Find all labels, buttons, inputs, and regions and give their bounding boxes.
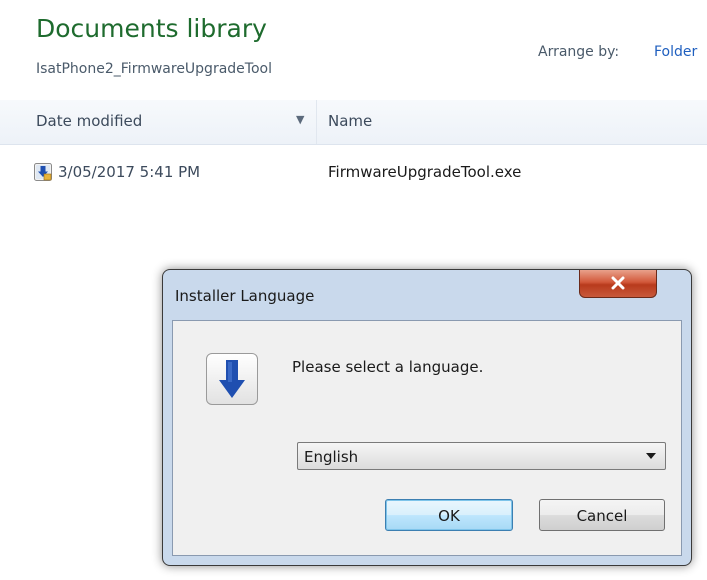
library-header: Documents library IsatPhone2_FirmwareUpg… — [0, 0, 707, 96]
arrange-by-dropdown[interactable]: Folder — [654, 44, 707, 60]
ok-button[interactable]: OK — [385, 499, 513, 531]
chevron-down-icon — [646, 453, 656, 459]
cancel-button[interactable]: Cancel — [539, 499, 665, 531]
close-icon — [611, 276, 625, 290]
close-button[interactable] — [579, 270, 657, 298]
language-prompt: Please select a language. — [292, 358, 484, 376]
sort-arrow-icon[interactable]: ▼ — [296, 113, 304, 126]
installer-language-dialog: Installer Language Please select a langu… — [162, 269, 692, 566]
column-header-date-modified[interactable]: Date modified — [36, 112, 142, 130]
arrange-by-label: Arrange by: — [538, 44, 620, 60]
dialog-title: Installer Language — [175, 287, 315, 305]
language-select-value: English — [304, 448, 359, 466]
column-separator[interactable] — [316, 100, 317, 144]
column-header-bar: Date modified ▼ Name — [0, 100, 707, 145]
file-name: FirmwareUpgradeTool.exe — [328, 163, 522, 181]
file-date-modified: 3/05/2017 5:41 PM — [58, 163, 201, 181]
download-arrow-icon — [219, 360, 245, 398]
library-title: Documents library — [36, 14, 267, 43]
installer-file-icon — [34, 163, 52, 181]
column-header-name[interactable]: Name — [328, 112, 372, 130]
installer-icon — [206, 353, 258, 405]
dialog-content: Please select a language. English OK Can… — [172, 320, 682, 556]
file-row[interactable]: 3/05/2017 5:41 PM FirmwareUpgradeTool.ex… — [30, 152, 707, 194]
language-select[interactable]: English — [297, 442, 666, 470]
library-subtitle: IsatPhone2_FirmwareUpgradeTool — [36, 61, 272, 77]
